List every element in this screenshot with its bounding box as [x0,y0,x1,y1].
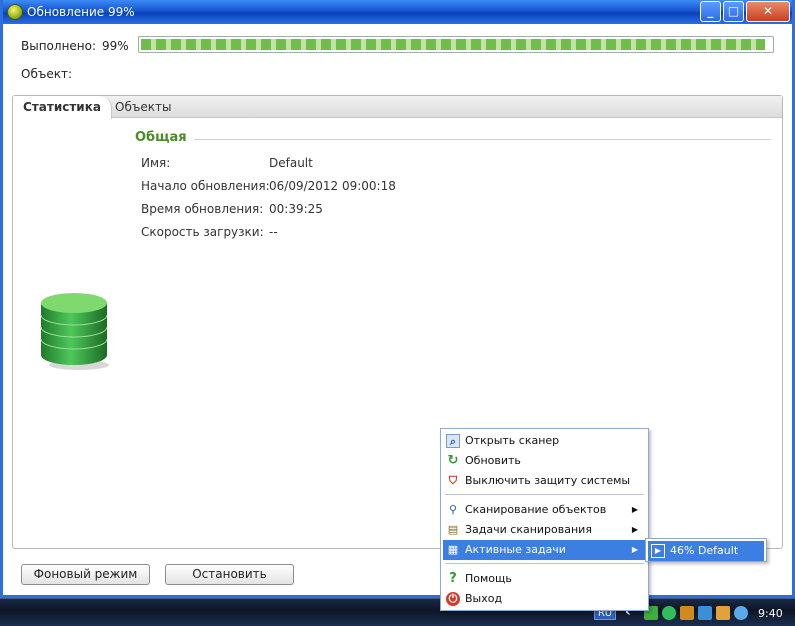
volume-icon[interactable] [734,606,748,620]
play-icon: ▶ [651,544,665,558]
menu-item-scan-objects[interactable]: ⚲ Сканирование объектов ▶ [443,500,646,520]
submenu-arrow-icon: ▶ [631,545,638,554]
clock: 9:40 [758,607,783,620]
stat-label-start: Начало обновления: [141,179,270,193]
menu-item-label: Помощь [465,572,512,585]
window-client: Выполнено: 99% Объект: Статистика Объект… [3,24,792,595]
tab-strip: Статистика Объекты [13,96,782,119]
done-label: Выполнено: [21,39,97,53]
section-divider [194,139,771,140]
menu-item-label: Открыть сканер [465,434,560,447]
update-window: Обновление 99% _ □ ✕ Выполнено: 99% Объе… [0,0,795,598]
minimize-button[interactable]: _ [700,1,721,22]
menu-item-exit[interactable]: ⏻ Выход [443,589,646,609]
menu-item-scan-tasks[interactable]: ▤ Задачи сканирования ▶ [443,520,646,540]
submenu-arrow-icon: ▶ [631,525,638,534]
tab-panel: Статистика Объекты Общая Имя: Default На… [12,95,783,549]
object-label: Объект: [21,67,72,81]
active-tasks-icon: ▦ [447,543,459,556]
menu-item-label: Выход [465,592,503,605]
submenu-arrow-icon: ▶ [631,505,638,514]
refresh-icon: ↻ [447,453,459,468]
active-tasks-submenu: ▶ 46% Default [645,538,767,562]
stat-value-name: Default [269,156,313,170]
menu-item-active-tasks[interactable]: ▦ Активные задачи ▶ [443,540,646,560]
progress-percent: 99% [102,39,129,53]
stat-label-name: Имя: [141,156,171,170]
submenu-item-task[interactable]: ▶ 46% Default [648,541,764,561]
window-title: Обновление 99% [27,5,135,19]
close-button[interactable]: ✕ [746,1,790,22]
submenu-item-label: 46% Default [670,544,739,557]
stat-value-duration: 00:39:25 [269,202,323,216]
database-icon [40,293,109,370]
shield-off-icon: ⛉ [448,474,458,487]
menu-item-label: Обновить [465,454,521,467]
menu-item-label: Активные задачи [465,543,566,556]
menu-separator [445,563,644,564]
progress-bar [138,36,774,53]
title-bar[interactable]: Обновление 99% _ □ ✕ [3,0,792,24]
stat-label-duration: Время обновления: [141,202,264,216]
app-icon [7,4,23,20]
stat-value-start: 06/09/2012 09:00:18 [269,179,396,193]
stat-label-speed: Скорость загрузки: [141,225,264,239]
stat-value-speed: -- [269,225,278,239]
stop-button[interactable]: Остановить [165,564,294,585]
background-mode-button[interactable]: Фоновый режим [21,564,150,585]
menu-separator [445,494,644,495]
scanner-icon: ⌕ [446,434,460,448]
antivirus-tray-icon[interactable] [662,606,676,620]
tray-app-icon[interactable] [680,606,694,620]
tray-context-menu: ⌕ Открыть сканер ↻ Обновить ⛉ Выключить … [440,428,649,611]
power-icon: ⏻ [446,592,460,606]
menu-item-disable-protection[interactable]: ⛉ Выключить защиту системы [443,471,646,491]
wifi-icon[interactable] [698,606,712,620]
menu-item-label: Задачи сканирования [465,523,592,536]
progress-fill [141,39,765,50]
menu-item-help[interactable]: ? Помощь [443,569,646,589]
menu-item-label: Сканирование объектов [465,503,607,516]
tasks-icon: ▤ [447,523,459,536]
maximize-button[interactable]: □ [723,1,744,22]
section-title: Общая [135,130,187,145]
magnifier-icon: ⚲ [448,503,458,516]
menu-item-open-scanner[interactable]: ⌕ Открыть сканер [443,431,646,451]
tab-objects[interactable]: Объекты [105,96,181,118]
tab-statistics[interactable]: Статистика [13,96,112,119]
safely-remove-icon[interactable] [716,606,730,620]
help-icon: ? [449,571,457,586]
menu-item-label: Выключить защиту системы [465,474,631,487]
menu-item-update[interactable]: ↻ Обновить [443,451,646,471]
